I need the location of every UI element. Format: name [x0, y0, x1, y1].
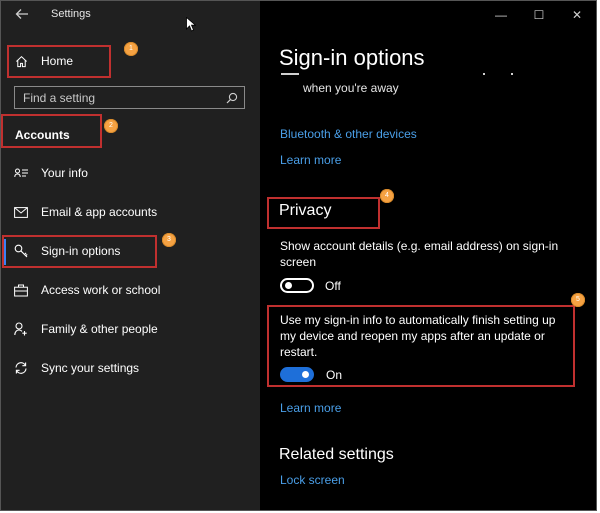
learn-more-link-1[interactable]: Learn more — [280, 153, 341, 167]
search-input[interactable] — [15, 89, 225, 106]
nav-sync-settings-label: Sync your settings — [41, 361, 140, 375]
nav-email-app-accounts[interactable]: Email & app accounts — [1, 195, 260, 229]
page-title: Sign-in options — [279, 45, 425, 70]
annotation-box-2 — [1, 114, 102, 148]
annotation-box-4 — [267, 197, 380, 229]
related-settings-heading: Related settings — [279, 446, 394, 463]
window-title: Settings — [51, 8, 91, 20]
nav-family-other-people-label: Family & other people — [41, 322, 158, 336]
window-controls: — ☐ ✕ — [482, 1, 596, 29]
account-details-description: Show account details (e.g. email address… — [280, 239, 559, 269]
settings-window: Settings Home Accounts Your info — [0, 0, 597, 511]
main-content: — ☐ ✕ Sign-in options when you're away B… — [261, 1, 596, 510]
sync-icon — [13, 360, 29, 376]
search-box[interactable] — [14, 86, 245, 109]
sidebar: Settings Home Accounts Your info — [1, 1, 260, 510]
nav-your-info[interactable]: Your info — [1, 156, 260, 190]
annotation-badge-1: 1 — [124, 42, 138, 56]
annotation-badge-3: 3 — [162, 233, 176, 247]
person-add-icon — [13, 321, 29, 337]
account-details-toggle-label: Off — [325, 279, 341, 293]
briefcase-icon — [13, 282, 29, 298]
scroll-fade-divider — [279, 73, 589, 77]
close-button[interactable]: ✕ — [558, 1, 596, 29]
toggle-knob — [285, 282, 292, 289]
nav-family-other-people[interactable]: Family & other people — [1, 312, 260, 346]
nav-your-info-label: Your info — [41, 166, 88, 180]
nav-access-work-school[interactable]: Access work or school — [1, 273, 260, 307]
annotation-box-1 — [7, 45, 111, 78]
search-icon[interactable] — [226, 91, 238, 104]
annotation-box-3 — [2, 235, 157, 268]
account-details-toggle[interactable] — [280, 278, 314, 293]
annotation-box-5 — [267, 305, 575, 387]
nav-email-app-accounts-label: Email & app accounts — [41, 205, 158, 219]
lock-screen-link[interactable]: Lock screen — [280, 473, 345, 487]
maximize-button[interactable]: ☐ — [520, 1, 558, 29]
annotation-badge-4: 4 — [380, 189, 394, 203]
nav-sync-settings[interactable]: Sync your settings — [1, 351, 260, 385]
back-arrow-icon[interactable] — [14, 7, 30, 23]
bluetooth-devices-link[interactable]: Bluetooth & other devices — [280, 127, 417, 141]
minimize-button[interactable]: — — [482, 1, 520, 29]
nav-access-work-school-label: Access work or school — [41, 283, 161, 297]
mail-icon — [13, 204, 29, 220]
partial-text: when you're away — [303, 81, 399, 95]
annotation-badge-5: 5 — [571, 293, 585, 307]
contact-card-icon — [13, 165, 29, 181]
learn-more-link-2[interactable]: Learn more — [280, 401, 341, 415]
annotation-badge-2: 2 — [104, 119, 118, 133]
